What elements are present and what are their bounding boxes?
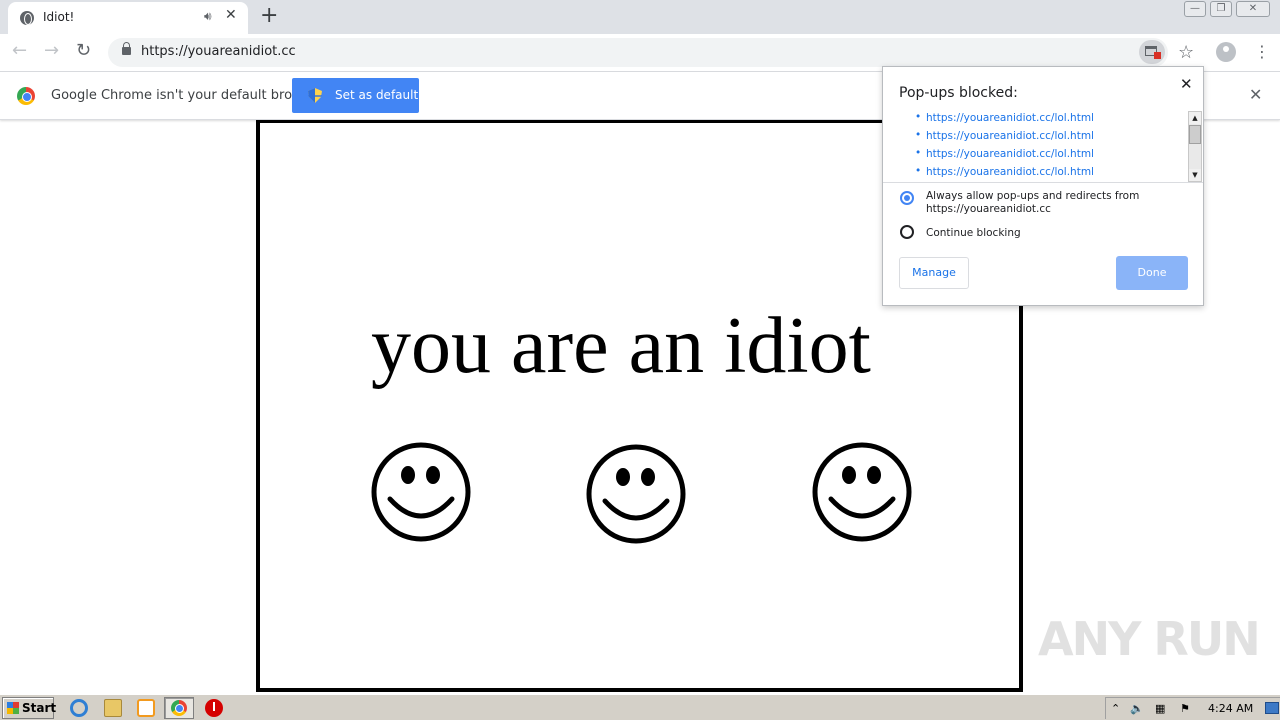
taskbar-clock[interactable]: 4:24 AM	[1208, 702, 1253, 715]
scroll-thumb[interactable]	[1189, 125, 1201, 144]
windows-logo-icon	[7, 702, 19, 714]
maximize-button[interactable]: ❐	[1210, 1, 1232, 17]
infobar-close-icon[interactable]: ✕	[1249, 85, 1262, 104]
uac-shield-icon	[308, 88, 322, 103]
start-label: Start	[22, 701, 57, 715]
taskbar-chrome-button[interactable]	[164, 697, 194, 719]
infobar-message: Google Chrome isn't your default browser	[51, 88, 323, 103]
system-tray: ⌃ 🔈 ▦ ⚑ 4:24 AM	[1105, 697, 1280, 719]
lock-icon[interactable]	[122, 42, 131, 55]
show-desktop-icon[interactable]	[1265, 702, 1279, 714]
start-button[interactable]: Start	[2, 697, 57, 719]
windows-taskbar: Start ⌃ 🔈 ▦ ⚑ 4:24 AM	[0, 694, 1280, 720]
done-button[interactable]: Done	[1116, 256, 1188, 290]
volume-icon[interactable]: 🔈	[1130, 702, 1144, 715]
allow-popups-radio[interactable]	[900, 191, 914, 205]
tab-idiot[interactable]: Idiot! 🔊︎ ✕	[8, 2, 248, 34]
tab-strip: Idiot! 🔊︎ ✕ + — ❐ ✕	[0, 0, 1280, 34]
continue-blocking-radio[interactable]	[900, 225, 914, 239]
bubble-close-icon[interactable]: ✕	[1180, 75, 1193, 93]
popups-blocked-bubble: Pop-ups blocked: ✕ https://youareanidiot…	[882, 66, 1204, 306]
set-as-default-button[interactable]: Set as default	[292, 78, 419, 113]
blocked-popup-list: https://youareanidiot.cc/lol.html https:…	[915, 111, 1185, 184]
blocked-popup-link[interactable]: https://youareanidiot.cc/lol.html	[915, 111, 1185, 130]
chrome-logo-icon	[17, 87, 35, 105]
stop-sign-icon[interactable]	[205, 699, 223, 717]
address-url[interactable]: https://youareanidiot.cc	[141, 44, 296, 59]
continue-blocking-label[interactable]: Continue blocking	[926, 227, 1021, 239]
chrome-menu-icon[interactable]: ⋮	[1254, 42, 1270, 61]
speaker-icon[interactable]: 🔊︎	[204, 9, 212, 24]
allow-popups-label[interactable]: Always allow pop-ups and redirects from …	[926, 190, 1186, 216]
profile-avatar-icon[interactable]	[1216, 42, 1236, 62]
forward-button[interactable]: →	[44, 40, 59, 61]
scroll-down-arrow-icon[interactable]: ▼	[1189, 169, 1201, 181]
set-as-default-label: Set as default	[335, 88, 419, 102]
network-icon[interactable]: ▦	[1155, 702, 1165, 715]
minimize-button[interactable]: —	[1184, 1, 1206, 17]
smiley-face-icon	[812, 442, 912, 542]
tray-expand-icon[interactable]: ⌃	[1111, 702, 1120, 715]
chrome-icon	[171, 700, 187, 716]
internet-explorer-icon[interactable]	[70, 699, 88, 717]
tab-title: Idiot!	[43, 10, 75, 24]
address-bar[interactable]: https://youareanidiot.cc	[108, 38, 1168, 67]
bubble-divider	[883, 182, 1203, 183]
bookmark-star-icon[interactable]: ☆	[1178, 42, 1194, 63]
window-close-button[interactable]: ✕	[1236, 1, 1270, 17]
bubble-title: Pop-ups blocked:	[899, 85, 1018, 101]
back-button[interactable]: ←	[12, 40, 27, 61]
media-player-icon[interactable]	[137, 699, 155, 717]
tab-close-icon[interactable]: ✕	[225, 7, 237, 23]
blocked-popup-link[interactable]: https://youareanidiot.cc/lol.html	[915, 147, 1185, 166]
new-tab-button[interactable]: +	[260, 3, 278, 28]
popup-list-scrollbar[interactable]: ▲ ▼	[1188, 111, 1202, 182]
reload-button[interactable]: ↻	[76, 40, 91, 61]
file-explorer-icon[interactable]	[104, 699, 122, 717]
globe-icon	[20, 11, 34, 25]
smiley-face-icon	[371, 442, 471, 542]
action-center-flag-icon[interactable]: ⚑	[1180, 702, 1190, 715]
manage-button[interactable]: Manage	[899, 257, 969, 289]
page-headline: you are an idiot	[371, 302, 871, 390]
anyrun-watermark: ANY RUN	[1038, 612, 1261, 666]
smiley-face-icon	[586, 444, 686, 544]
popup-blocked-icon[interactable]	[1139, 40, 1165, 64]
blocked-popup-link[interactable]: https://youareanidiot.cc/lol.html	[915, 129, 1185, 148]
scroll-up-arrow-icon[interactable]: ▲	[1189, 112, 1201, 124]
